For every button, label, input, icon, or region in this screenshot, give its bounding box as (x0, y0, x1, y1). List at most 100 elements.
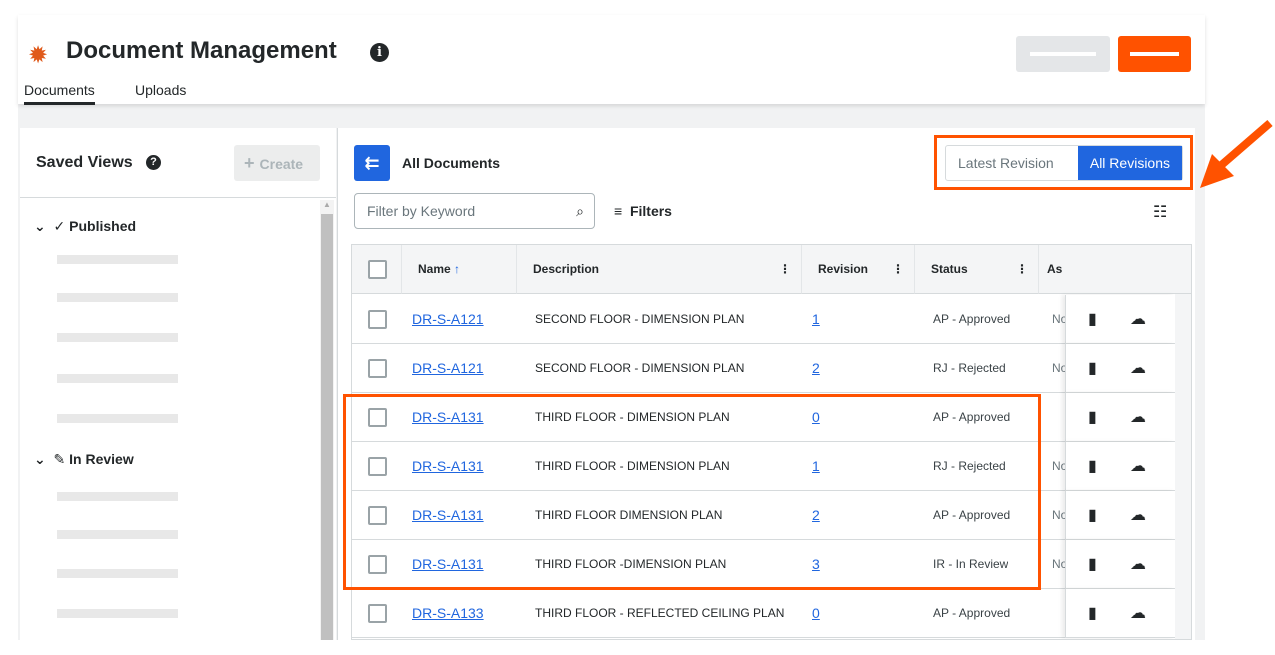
row-checkbox[interactable] (368, 359, 387, 378)
view-placeholder[interactable] (57, 293, 178, 302)
saved-views-title: Saved Views (36, 154, 133, 171)
column-label: Name (418, 262, 451, 276)
row-actions: ▮ ☁ (1065, 442, 1175, 491)
revision-link[interactable]: 1 (812, 295, 820, 344)
view-placeholder[interactable] (57, 609, 178, 618)
primary-header-button[interactable] (1118, 36, 1191, 72)
view-file-icon[interactable]: ▮ (1088, 505, 1097, 525)
view-file-icon[interactable]: ▮ (1088, 358, 1097, 378)
group-label: In Review (69, 451, 134, 467)
breadcrumb: All Documents (402, 155, 501, 171)
document-description: SECOND FLOOR - DIMENSION PLAN (535, 361, 745, 375)
download-cloud-icon[interactable]: ☁ (1130, 407, 1146, 427)
chevron-down-icon: ⌄ (34, 451, 46, 467)
create-view-button[interactable]: + Create (234, 145, 320, 181)
revision-link[interactable]: 2 (812, 344, 820, 393)
column-menu-icon[interactable]: ⋮ (779, 245, 791, 294)
row-actions: ▮ ☁ (1065, 589, 1175, 638)
row-checkbox[interactable] (368, 310, 387, 329)
view-file-icon[interactable]: ▮ (1088, 309, 1097, 329)
help-icon[interactable]: ? (146, 155, 161, 170)
chevron-down-icon: ⌄ (34, 218, 46, 234)
column-menu-icon[interactable]: ⋮ (1016, 245, 1028, 294)
table-settings-icon[interactable]: ☷ (1153, 202, 1167, 222)
plus-icon: + (244, 153, 260, 173)
select-all-header (352, 245, 402, 294)
column-label: Status (931, 262, 968, 276)
view-placeholder[interactable] (57, 374, 178, 383)
document-status: AP - Approved (933, 606, 1011, 620)
highlight-rows (343, 394, 1041, 590)
document-description: SECOND FLOOR - DIMENSION PLAN (535, 312, 745, 326)
column-menu-icon[interactable]: ⋮ (892, 245, 904, 294)
column-label: Description (533, 262, 600, 276)
view-placeholder[interactable] (57, 414, 178, 423)
divider (20, 197, 336, 198)
secondary-header-button[interactable] (1016, 36, 1110, 72)
column-header-revision[interactable]: Revision ⋮ (802, 245, 915, 294)
view-placeholder[interactable] (57, 492, 178, 501)
info-icon[interactable]: i (370, 43, 389, 62)
view-placeholder[interactable] (57, 530, 178, 539)
row-checkbox[interactable] (368, 604, 387, 623)
collapse-panel-button[interactable]: ⇇ (354, 145, 390, 181)
view-file-icon[interactable]: ▮ (1088, 554, 1097, 574)
view-placeholder[interactable] (57, 333, 178, 342)
table-row[interactable]: DR-S-A121 SECOND FLOOR - DIMENSION PLAN … (352, 295, 1067, 344)
column-header-status[interactable]: Status ⋮ (915, 245, 1039, 294)
gear-icon: ✹ (28, 42, 49, 69)
row-actions: ▮ ☁ (1065, 491, 1175, 540)
search-icon: ⌕ (576, 203, 584, 219)
document-name-link[interactable]: DR-S-A121 (412, 295, 484, 344)
group-label: Published (69, 218, 137, 234)
column-header-description[interactable]: Description ⋮ (517, 245, 802, 294)
document-name-link[interactable]: DR-S-A133 (412, 589, 484, 638)
highlight-toggle (934, 135, 1193, 190)
row-actions: ▮ ☁ (1065, 393, 1175, 442)
table-row[interactable]: DR-S-A121 SECOND FLOOR - DIMENSION PLAN … (352, 344, 1067, 393)
scrollbar[interactable]: ▲ (320, 200, 334, 640)
filter-input[interactable]: Filter by Keyword ⌕ (354, 193, 595, 229)
page-header: ✹ Document Management i Documents Upload… (18, 15, 1205, 105)
download-cloud-icon[interactable]: ☁ (1130, 554, 1146, 574)
row-actions: ▮ ☁ (1065, 295, 1175, 344)
callout-arrow-icon (1200, 119, 1273, 188)
download-cloud-icon[interactable]: ☁ (1130, 309, 1146, 329)
row-actions: ▮ ☁ (1065, 540, 1175, 589)
column-label: As (1047, 262, 1063, 276)
filter-icon: ≡ (614, 203, 623, 219)
download-cloud-icon[interactable]: ☁ (1130, 603, 1146, 623)
select-all-checkbox[interactable] (368, 260, 387, 279)
document-name-link[interactable]: DR-S-A121 (412, 344, 484, 393)
create-label: Create (259, 156, 304, 172)
filters-label: Filters (629, 203, 672, 219)
view-file-icon[interactable]: ▮ (1088, 407, 1097, 427)
sort-ascending-icon: ↑ (454, 262, 461, 276)
column-label: Revision (818, 262, 869, 276)
column-header-name[interactable]: Name ↑ (402, 245, 517, 294)
pen-icon: ✎ (53, 451, 66, 467)
actions-scroll-strip (1175, 294, 1191, 639)
column-header-assignee[interactable]: As (1039, 245, 1191, 294)
saved-views-panel: Saved Views ? + Create ⌄ ✓ Published ⌄ ✎… (20, 128, 336, 640)
group-in-review[interactable]: ⌄ ✎ In Review (34, 451, 134, 468)
page-title: Document Management (66, 37, 337, 64)
view-placeholder[interactable] (57, 569, 178, 578)
table-row[interactable]: DR-S-A133 THIRD FLOOR - REFLECTED CEILIN… (352, 589, 1066, 638)
download-cloud-icon[interactable]: ☁ (1130, 505, 1146, 525)
view-file-icon[interactable]: ▮ (1088, 603, 1097, 623)
download-cloud-icon[interactable]: ☁ (1130, 358, 1146, 378)
document-status: AP - Approved (933, 312, 1011, 326)
document-description: THIRD FLOOR - REFLECTED CEILING PLAN (535, 606, 785, 620)
group-published[interactable]: ⌄ ✓ Published (34, 218, 136, 235)
document-status: RJ - Rejected (933, 361, 1006, 375)
view-placeholder[interactable] (57, 255, 178, 264)
filters-button[interactable]: ≡ Filters (614, 203, 672, 219)
check-icon: ✓ (53, 218, 66, 234)
filter-placeholder: Filter by Keyword (367, 203, 476, 219)
download-cloud-icon[interactable]: ☁ (1130, 456, 1146, 476)
view-file-icon[interactable]: ▮ (1088, 456, 1097, 476)
tab-documents[interactable]: Documents (24, 82, 95, 105)
tab-uploads[interactable]: Uploads (135, 82, 186, 102)
revision-link[interactable]: 0 (812, 589, 820, 638)
